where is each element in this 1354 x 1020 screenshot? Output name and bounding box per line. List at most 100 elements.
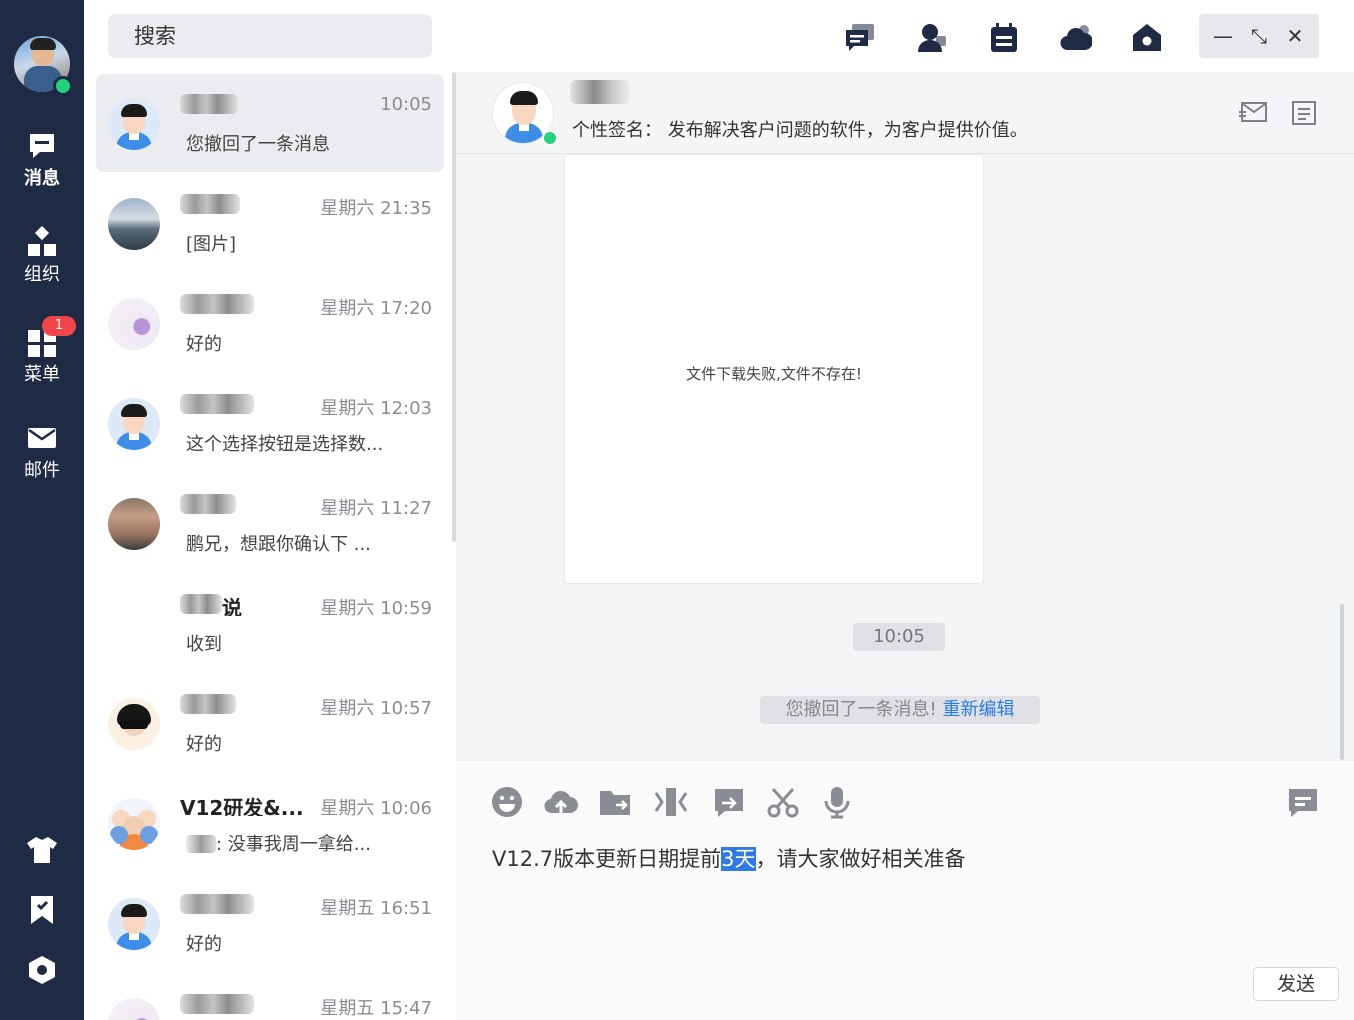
chat-bubble-icon[interactable]	[844, 22, 876, 54]
conversation-time: 星期六 21:35	[320, 198, 432, 219]
nav-mail[interactable]: 邮件	[0, 422, 84, 482]
conversation-preview: 收到	[186, 634, 222, 655]
contact-name-suffix: 说	[222, 596, 242, 616]
conversation-item[interactable]: 星期五 15:47	[96, 974, 444, 1020]
conversation-item[interactable]: 星期六 21:35 [图片]	[96, 174, 444, 272]
contact-avatar	[108, 298, 160, 350]
send-mail-icon[interactable]	[1238, 98, 1268, 128]
close-button[interactable]: ✕	[1281, 22, 1309, 50]
top-toolbar: — ⤡ ✕	[456, 0, 1354, 72]
conversation-time: 星期五 15:47	[320, 998, 432, 1019]
nav-organization[interactable]: 组织	[0, 226, 84, 286]
contact-name-blurred	[180, 492, 330, 516]
nav-mail-label: 邮件	[24, 460, 60, 481]
home-icon[interactable]	[1131, 22, 1163, 54]
message-composer: V12.7版本更新日期提前3天，请大家做好相关准备 发送	[456, 760, 1354, 1020]
minimize-button[interactable]: —	[1209, 22, 1237, 50]
shirt-icon[interactable]	[26, 834, 58, 866]
contact-name-blurred	[180, 892, 330, 916]
conversation-time: 星期六 10:57	[320, 698, 432, 719]
conversation-preview: 这个选择按钮是选择数...	[186, 434, 384, 455]
screenshot-icon[interactable]	[654, 785, 688, 819]
contacts-icon[interactable]	[916, 22, 948, 54]
message-icon	[30, 134, 54, 158]
hexagon-settings-icon[interactable]	[26, 954, 58, 986]
nav-menu-label: 菜单	[24, 364, 60, 385]
conversation-item[interactable]: 星期六 17:20 好的	[96, 274, 444, 372]
upload-cloud-icon[interactable]	[544, 785, 578, 819]
contact-avatar	[108, 398, 160, 450]
send-button[interactable]: 发送	[1253, 967, 1339, 1001]
contact-avatar	[108, 998, 160, 1020]
emoji-icon[interactable]	[490, 785, 524, 819]
conversation-item[interactable]: 星期六 10:57 好的	[96, 674, 444, 772]
window-controls: — ⤡ ✕	[1199, 14, 1319, 58]
conversation-time: 10:05	[380, 94, 432, 115]
conversation-preview: 您撤回了一条消息	[186, 134, 330, 155]
input-text-selected: 3天	[721, 847, 756, 871]
contact-avatar	[108, 98, 160, 150]
conversation-preview: 鹏兄，想跟你确认下 ...	[186, 534, 371, 555]
contact-name-blurred	[180, 392, 330, 416]
conversation-time: 星期六 10:06	[320, 798, 432, 819]
nav-messages-label: 消息	[24, 168, 60, 189]
mail-icon	[28, 428, 56, 448]
contact-name-blurred	[180, 292, 330, 316]
conversation-time: 星期六 12:03	[320, 398, 432, 419]
contact-avatar	[108, 898, 160, 950]
conversation-preview: [图片]	[186, 234, 237, 255]
conversation-time: 星期六 11:27	[320, 498, 432, 519]
forward-message-icon[interactable]	[712, 785, 746, 819]
org-icon	[28, 226, 56, 256]
cloud-icon[interactable]	[1060, 22, 1092, 54]
contact-online-dot	[542, 130, 558, 146]
chat-scrollbar[interactable]	[1340, 604, 1344, 760]
chat-history-icon[interactable]	[1289, 98, 1319, 128]
conversation-preview: 好的	[186, 334, 222, 355]
bookmark-icon[interactable]	[26, 894, 58, 926]
contact-avatar	[108, 198, 160, 250]
contact-name-blurred	[180, 92, 330, 116]
message-time-label: 10:05	[853, 623, 945, 651]
contact-avatar	[108, 698, 160, 750]
conversation-item[interactable]: 说 星期六 10:59 收到	[96, 574, 444, 672]
contact-name-blurred	[180, 192, 330, 216]
conversation-time: 星期五 16:51	[320, 898, 432, 919]
calendar-icon[interactable]	[988, 22, 1020, 54]
message-input[interactable]: V12.7版本更新日期提前3天，请大家做好相关准备	[492, 843, 966, 873]
conversation-item[interactable]: 10:05 您撤回了一条消息	[96, 74, 444, 172]
contact-name-blurred: 说	[180, 592, 330, 616]
nav-menu[interactable]: 1 菜单	[0, 316, 84, 386]
input-text-after: ，请大家做好相关准备	[755, 847, 966, 871]
nav-rail: 消息 组织 1 菜单 邮件	[0, 0, 84, 1020]
conversation-item[interactable]: 星期五 16:51 好的	[96, 874, 444, 972]
re-edit-link[interactable]: 重新编辑	[942, 699, 1014, 720]
conversation-preview: 好的	[186, 734, 222, 755]
file-message-card[interactable]: 文件下载失败,文件不存在!	[564, 154, 984, 584]
contact-name-blurred	[180, 692, 330, 716]
chat-contact-name-blurred	[570, 80, 630, 104]
contact-signature: 个性签名： 发布解决客户问题的软件，为客户提供价值。	[572, 120, 1028, 141]
conversation-preview: : 没事我周一拿给...	[186, 830, 436, 856]
app-window: 消息 组织 1 菜单 邮件 搜索 10:05 您撤回了一条消息 星期六 21:3…	[0, 0, 1354, 1020]
conversation-item[interactable]: V12研发&... 星期六 10:06 : 没事我周一拿给...	[96, 774, 444, 872]
search-input[interactable]: 搜索	[108, 14, 432, 58]
group-avatar	[108, 798, 160, 850]
recall-text: 您撤回了一条消息!	[785, 699, 937, 720]
conversation-time: 星期六 10:59	[320, 598, 432, 619]
file-error-text: 文件下载失败,文件不存在!	[686, 365, 862, 383]
restore-button[interactable]: ⤡	[1245, 22, 1273, 50]
conversation-item[interactable]: 星期六 12:03 这个选择按钮是选择数...	[96, 374, 444, 472]
conversation-item[interactable]: 星期六 11:27 鹏兄，想跟你确认下 ...	[96, 474, 444, 572]
nav-messages[interactable]: 消息	[0, 130, 84, 190]
quick-reply-icon[interactable]	[1286, 785, 1320, 819]
contact-name-blurred	[180, 992, 330, 1016]
folder-send-icon[interactable]	[598, 785, 632, 819]
microphone-icon[interactable]	[820, 785, 854, 819]
input-text-before: V12.7版本更新日期提前	[492, 847, 722, 871]
chat-pane: — ⤡ ✕ 个性签名： 发布解决客户问题的软件，为客户提供价值。 文件下载失败,…	[456, 0, 1354, 1020]
conversation-list-pane: 搜索 10:05 您撤回了一条消息 星期六 21:35 [图片] 星期六 17:…	[84, 0, 456, 1020]
scissors-icon[interactable]	[766, 785, 800, 819]
online-status-dot	[53, 76, 73, 96]
contact-avatar	[108, 498, 160, 550]
